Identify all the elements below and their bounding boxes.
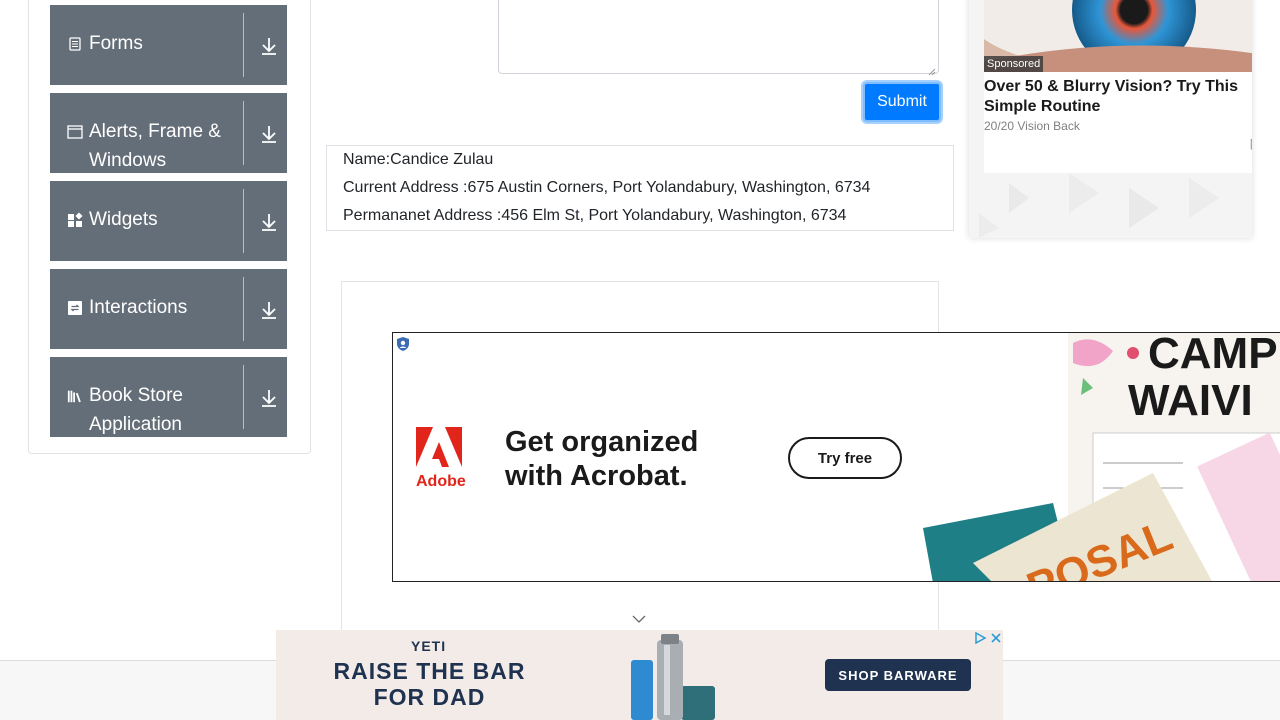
adobe-logo-text: Adobe [416,473,466,490]
ad-help-link[interactable]: [?] [1250,138,1252,150]
sponsored-ad[interactable]: Sponsored Over 50 & Blurry Vision? Try T… [969,0,1252,238]
svg-text:WAIVI: WAIVI [1128,376,1253,425]
ad-choices-icon[interactable] [973,631,987,645]
chevron-down-icon[interactable] [631,612,647,626]
sidebar-group-forms[interactable]: Forms [50,5,287,85]
acrobat-ad-artwork: CAMP WAIVI POSAL [923,333,1280,581]
permanent-address-textarea[interactable] [498,0,939,76]
acrobat-banner-ad[interactable]: Adobe Get organized with Acrobat. Try fr… [392,332,1280,582]
sidebar-group-interactions[interactable]: Interactions [50,269,287,349]
divider [243,101,244,165]
books-icon [67,388,83,404]
submit-button[interactable]: Submit [863,82,941,122]
download-icon[interactable] [258,299,280,321]
sidebar-group-label: Alerts, Frame & Windows [89,121,221,171]
svg-text:CAMP: CAMP [1148,333,1278,378]
output-permanent-address: Permananet Address :456 Elm St, Port Yol… [343,207,847,224]
divider [243,365,244,429]
divider [243,189,244,253]
resize-handle-icon[interactable] [928,63,936,76]
sidebar-group-label: Book Store Application [89,385,183,435]
download-icon[interactable] [258,387,280,409]
sidebar-group-label: Interactions [89,297,188,318]
divider [243,277,244,341]
shop-barware-button[interactable]: SHOP BARWARE [825,659,971,691]
sidebar-group-book-store[interactable]: Book Store Application [50,357,287,437]
widgets-icon [67,212,83,228]
download-icon[interactable] [258,35,280,57]
close-icon[interactable] [989,631,1003,645]
download-icon[interactable] [258,211,280,233]
ad-headline[interactable]: Over 50 & Blurry Vision? Try This Simple… [984,77,1252,117]
window-icon [67,124,83,140]
sidebar-group-label: Forms [89,33,143,54]
ad-source: 20/20 Vision Back [984,119,1080,133]
download-icon[interactable] [258,123,280,145]
output-panel: Name:Candice Zulau Current Address :675 … [326,145,954,231]
barware-product-image [631,634,715,720]
sponsored-label: Sponsored [984,56,1044,72]
sidebar-group-widgets[interactable]: Widgets [50,181,287,261]
document-icon [67,36,83,52]
divider [243,13,244,77]
ad-background-pattern [969,173,1252,238]
interactions-icon [67,300,83,316]
sidebar-group-alerts[interactable]: Alerts, Frame & Windows [50,93,287,173]
try-free-button[interactable]: Try free [788,437,902,479]
output-current-address: Current Address :675 Austin Corners, Por… [343,179,871,196]
page: Forms Alerts, Frame & Windows Widgets In… [0,0,1280,720]
sidebar-group-label: Widgets [89,209,158,230]
privacy-shield-icon[interactable] [396,336,410,352]
yeti-banner-ad[interactable]: YETI RAISE THE BAR FOR DAD SHOP BARWARE [276,630,1003,720]
acrobat-headline: Get organized with Acrobat. [505,426,699,492]
yeti-logo: YETI [411,638,447,654]
output-name: Name:Candice Zulau [343,151,494,168]
ad-card[interactable]: Sponsored Over 50 & Blurry Vision? Try T… [984,0,1252,173]
yeti-tagline: RAISE THE BAR FOR DAD [333,658,526,710]
